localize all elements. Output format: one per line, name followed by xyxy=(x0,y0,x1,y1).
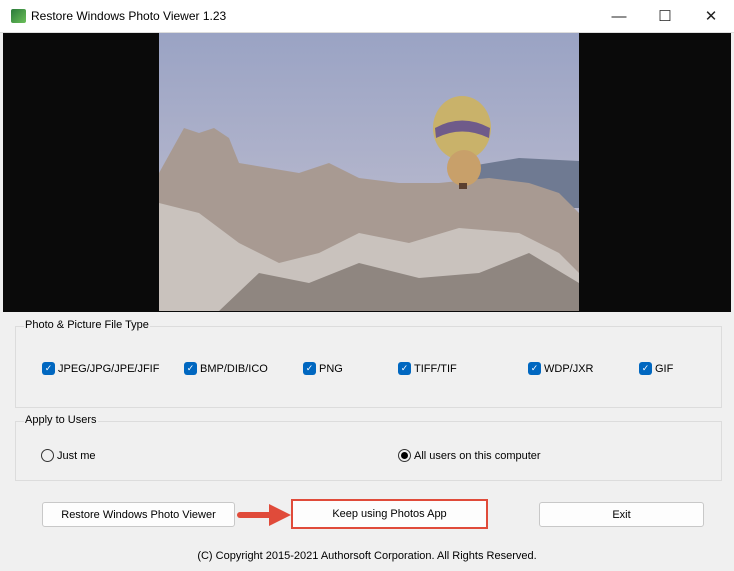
checkbox-label: BMP/DIB/ICO xyxy=(200,362,268,375)
checkbox-gif[interactable]: ✓ GIF xyxy=(639,362,673,375)
image-preview xyxy=(3,33,731,312)
maximize-button[interactable]: ☐ xyxy=(642,0,688,32)
checkbox-label: WDP/JXR xyxy=(544,362,594,375)
arrow-pointer-icon xyxy=(237,504,291,526)
apply-users-group-label: Apply to Users xyxy=(24,414,98,426)
checkbox-label: PNG xyxy=(319,362,343,375)
keep-photos-app-button[interactable]: Keep using Photos App xyxy=(291,499,488,529)
radio-selected-icon xyxy=(398,449,411,462)
window-title: Restore Windows Photo Viewer 1.23 xyxy=(31,9,227,23)
check-icon: ✓ xyxy=(303,362,316,375)
radio-label: Just me xyxy=(57,449,96,462)
check-icon: ✓ xyxy=(639,362,652,375)
check-icon: ✓ xyxy=(398,362,411,375)
checkbox-wdp[interactable]: ✓ WDP/JXR xyxy=(528,362,594,375)
file-type-group-label: Photo & Picture File Type xyxy=(24,319,150,331)
restore-button[interactable]: Restore Windows Photo Viewer xyxy=(42,502,235,527)
radio-all-users[interactable]: All users on this computer xyxy=(398,449,541,462)
close-button[interactable]: ✕ xyxy=(688,0,734,32)
radio-label: All users on this computer xyxy=(414,449,541,462)
copyright-text: (C) Copyright 2015-2021 Authorsoft Corpo… xyxy=(197,550,537,562)
app-icon xyxy=(11,9,26,23)
checkbox-label: GIF xyxy=(655,362,674,375)
checkbox-label: TIFF/TIF xyxy=(414,362,457,375)
check-icon: ✓ xyxy=(42,362,55,375)
check-icon: ✓ xyxy=(184,362,197,375)
check-icon: ✓ xyxy=(528,362,541,375)
exit-button[interactable]: Exit xyxy=(539,502,704,527)
radio-just-me[interactable]: Just me xyxy=(41,449,96,462)
radio-icon xyxy=(41,449,54,462)
checkbox-bmp[interactable]: ✓ BMP/DIB/ICO xyxy=(184,362,268,375)
minimize-button[interactable]: — xyxy=(596,0,642,32)
checkbox-label: JPEG/JPG/JPE/JFIF xyxy=(58,362,160,375)
checkbox-jpeg[interactable]: ✓ JPEG/JPG/JPE/JFIF xyxy=(42,362,159,375)
checkbox-png[interactable]: ✓ PNG xyxy=(303,362,343,375)
preview-photo xyxy=(159,33,579,311)
apply-users-group: Apply to Users xyxy=(15,414,722,481)
title-bar: Restore Windows Photo Viewer 1.23 — ☐ ✕ xyxy=(0,0,734,33)
checkbox-tiff[interactable]: ✓ TIFF/TIF xyxy=(398,362,457,375)
